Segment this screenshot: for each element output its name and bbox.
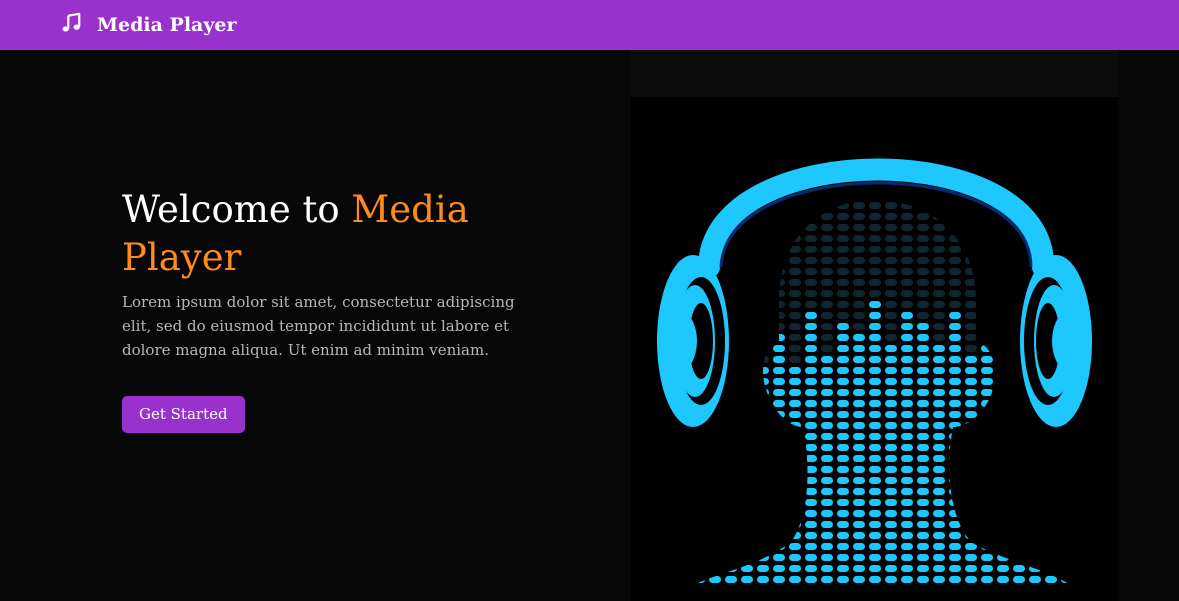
hero-title-main: Welcome to	[122, 188, 352, 231]
hero-content: Welcome to Media Player Lorem ipsum dolo…	[122, 186, 542, 433]
top-navbar: Media Player	[0, 0, 1179, 50]
brand-name: Media Player	[97, 14, 237, 36]
hero-title: Welcome to Media Player	[122, 186, 542, 282]
brand-link[interactable]: Media Player	[60, 12, 237, 38]
headphones-equalizer-head-image	[631, 97, 1118, 601]
hero-description: Lorem ipsum dolor sit amet, consectetur …	[122, 293, 515, 359]
music-note-icon	[60, 12, 97, 38]
get-started-button[interactable]: Get Started	[122, 396, 245, 433]
